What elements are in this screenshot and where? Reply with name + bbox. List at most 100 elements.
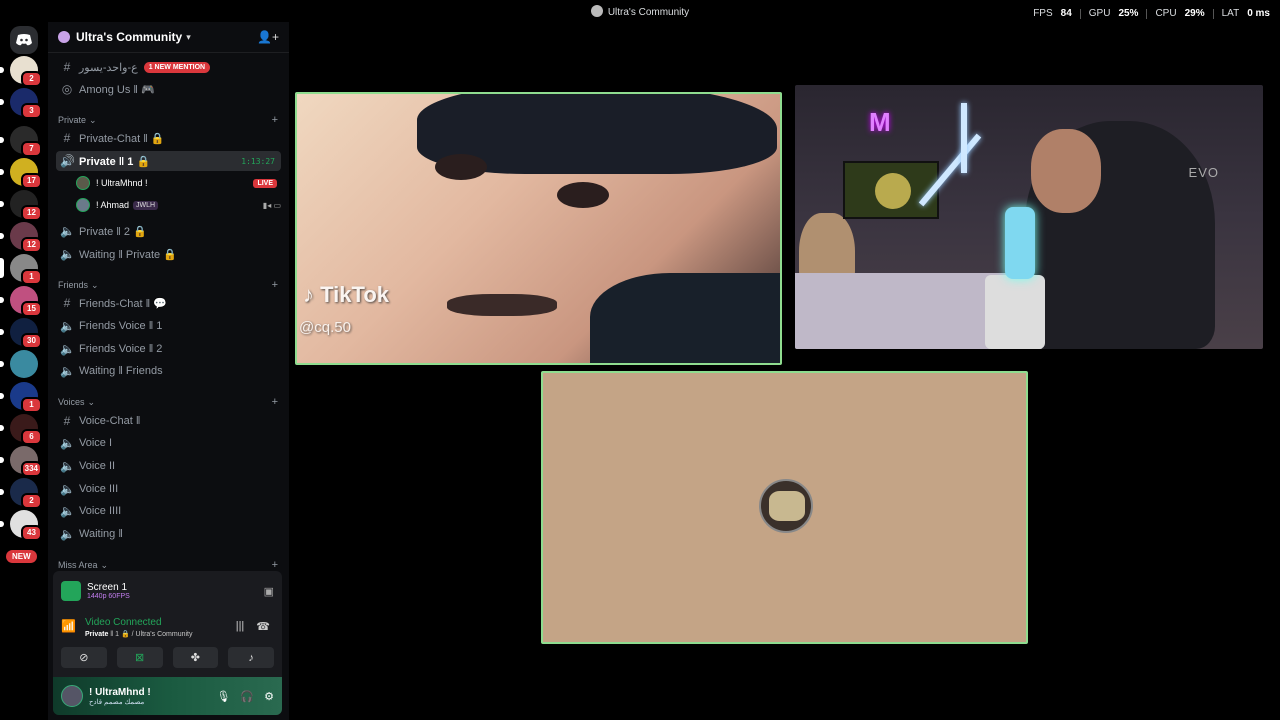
channel-label: Friends Voice ‖ 1 [79,320,163,332]
video-content [985,275,1045,349]
category-voices[interactable]: Voices ⌄ + [58,395,278,409]
server-icon[interactable]: 334 [0,446,42,477]
channel-private-2[interactable]: 🔈 Private ‖ 2 🔒 [56,221,281,241]
window-title-text: Ultra's Community [607,7,690,18]
channel-voice-1[interactable]: 🔈 Voice I [56,433,281,453]
chevron-down-icon: ⌄ [100,559,109,570]
stage-icon: ◎ [61,82,73,96]
category-friends[interactable]: Friends ⌄ + [58,278,278,292]
server-icon[interactable]: 2 [0,56,42,87]
avatar[interactable] [61,685,83,707]
user-name[interactable]: ! UltraMhnd ! [89,687,151,698]
server-icon[interactable]: 12 [0,222,42,253]
lat-label: LAT [1221,8,1240,19]
camera-off-icon: ⊘ [79,652,89,664]
server-icon[interactable]: 30 [0,318,42,349]
disconnect-icon[interactable]: ☎ [256,620,270,633]
server-icon[interactable]: 3 [0,88,42,119]
channel-waiting[interactable]: 🔈 Waiting ‖ [56,524,281,544]
connection-channel[interactable]: Private ‖ 1 🔒 / Ultra's Community [85,630,193,638]
channel-mention[interactable]: # ع-واحد-يسور 1 NEW MENTION [56,57,281,77]
server-icon[interactable] [0,350,38,378]
new-servers-pill[interactable]: NEW [6,550,37,563]
server-icon[interactable]: 15 [0,286,42,317]
gear-icon[interactable]: ⚙ [264,690,274,703]
video-tile[interactable] [541,371,1028,644]
unread-indicator [0,393,4,399]
create-channel-icon[interactable]: + [272,279,278,291]
channel-waiting-private[interactable]: 🔈 Waiting ‖ Private 🔒 [56,244,281,264]
video-tile[interactable]: M EVO [795,85,1263,349]
channel-friends-chat[interactable]: # Friends-Chat ‖ 💬 [56,293,281,313]
video-content [843,161,939,219]
call-timer: 1:13:27 [241,156,275,166]
microphone-icon[interactable]: 🎙 [216,690,230,703]
server-icon[interactable]: 1 [0,254,42,285]
channel-voice-chat[interactable]: # Voice-Chat ‖ [56,411,281,431]
voice-member[interactable]: ! UltraMhnd ! LIVE [76,173,281,193]
soundboard-icon: ♪ [248,651,254,664]
screen-share-row: Screen 1 1440p 60FPS ▣ [61,579,274,603]
video-content [557,182,609,208]
invite-people-icon[interactable]: 👤+ [257,30,279,44]
connection-status[interactable]: Video Connected [85,617,162,628]
guild-icon [58,31,70,43]
server-icon[interactable]: 17 [0,158,42,189]
server-icon[interactable]: 6 [0,414,42,445]
speaker-icon: 🔈 [60,364,75,378]
channel-friends-voice-1[interactable]: 🔈 Friends Voice ‖ 1 [56,316,281,336]
mention-badge: 15 [21,301,42,317]
channel-voice-2[interactable]: 🔈 Voice II [56,456,281,476]
screen-share-button[interactable]: ⊠ [116,647,163,668]
soundboard-button[interactable]: ♪ [228,647,274,668]
member-name: ! UltraMhnd ! [96,178,148,188]
guild-header[interactable]: Ultra's Community ▾ 👤+ [48,22,289,53]
channel-voice-4[interactable]: 🔈 Voice IIII [56,501,281,521]
channel-label: Voice-Chat ‖ [79,415,141,427]
camera-toggle-button[interactable]: ⊘ [61,647,107,668]
channel-voice-3[interactable]: 🔈 Voice III [56,479,281,499]
screen-share-icon [61,581,81,601]
channel-label: Friends-Chat ‖ 💬 [79,297,167,310]
category-miss-area[interactable]: Miss Area ⌄ + [58,558,278,572]
video-content [435,154,487,180]
signal-icon: 📶 [61,619,76,633]
video-content [1031,129,1101,213]
server-icon[interactable]: 1 [0,382,42,413]
noise-suppression-icon[interactable]: ||| [236,620,245,633]
lat-value: 0 ms [1247,8,1270,19]
channel-private-1[interactable]: 🔊 Private ‖ 1 🔒 1:13:27 [56,151,281,171]
mention-badge: 3 [21,103,42,119]
voice-member[interactable]: ! Ahmad JWLH ▮◂ ▭ [76,195,281,215]
speaker-icon: 🔈 [60,342,75,356]
video-tile[interactable]: ♪ TikTok @cq.50 [295,92,782,365]
discord-home-button[interactable] [10,26,38,54]
create-channel-icon[interactable]: + [272,114,278,126]
channel-label: Voice III [79,483,119,495]
performance-overlay: FPS 84 GPU 25% CPU 29% LAT 0 ms [1033,8,1270,19]
channel-label: Private ‖ 1 🔒 [79,155,151,168]
hash-icon: # [63,60,71,74]
new-mention-badge[interactable]: 1 NEW MENTION [143,61,211,73]
channel-waiting-friends[interactable]: 🔈 Waiting ‖ Friends [56,361,281,381]
activities-button[interactable]: ✤ [172,647,219,668]
channel-private-chat[interactable]: # Private-Chat ‖ 🔒 [56,128,281,148]
category-private[interactable]: Private ⌄ + [58,113,278,127]
channel-name: Private [85,631,109,638]
fps-label: FPS [1033,8,1053,19]
cpu-value: 29% [1184,8,1205,19]
create-channel-icon[interactable]: + [272,559,278,571]
server-icon[interactable]: 2 [0,478,42,509]
speaker-icon: 🔈 [60,504,75,518]
channel-among-us[interactable]: ◎ Among Us ‖ 🎮 [56,79,281,99]
category-label: Friends [58,280,89,290]
headphones-icon[interactable]: 🎧 [240,690,254,703]
server-icon[interactable]: 43 [0,510,42,541]
channel-friends-voice-2[interactable]: 🔈 Friends Voice ‖ 2 [56,339,281,359]
avatar [76,198,90,212]
create-channel-icon[interactable]: + [272,396,278,408]
server-icon[interactable]: 7 [0,126,42,157]
stop-stream-icon[interactable]: ▣ [264,585,274,598]
server-icon[interactable]: 12 [0,190,42,221]
speaker-icon: 🔈 [60,247,75,261]
